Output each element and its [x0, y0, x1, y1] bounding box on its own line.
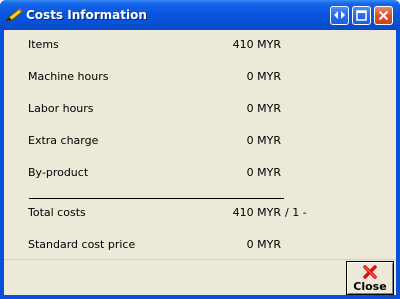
restore-arrows-icon — [334, 11, 345, 19]
pencil-icon — [4, 8, 23, 22]
row-value: 0 MYR — [246, 166, 281, 179]
total-costs-value: 410 MYR — [232, 206, 281, 219]
cost-row-labor-hours: Labor hours 0 MYR — [28, 102, 328, 118]
row-value: 0 MYR — [246, 102, 281, 115]
maximize-button[interactable] — [352, 6, 371, 25]
standard-cost-label: Standard cost price — [28, 238, 136, 251]
close-window-button[interactable] — [374, 6, 393, 25]
total-costs-row: Total costs 410 MYR / 1 - — [28, 206, 328, 222]
close-button-label: Close — [353, 280, 387, 293]
client-area: Items 410 MYR Machine hours 0 MYR Labor … — [4, 30, 396, 295]
cost-row-extra-charge: Extra charge 0 MYR — [28, 134, 328, 150]
title-bar[interactable]: Costs Information — [0, 0, 400, 30]
window-title: Costs Information — [26, 8, 147, 22]
row-label: By-product — [28, 166, 89, 179]
total-divider — [29, 198, 284, 199]
window-frame-bottom — [0, 295, 400, 299]
row-value: 0 MYR — [246, 70, 281, 83]
total-costs-unit: / 1 - — [285, 206, 307, 219]
cost-row-by-product: By-product 0 MYR — [28, 166, 328, 182]
total-costs-label: Total costs — [28, 206, 86, 219]
cost-row-items: Items 410 MYR — [28, 38, 328, 54]
restore-button[interactable] — [330, 6, 349, 25]
row-value: 410 MYR — [232, 38, 281, 51]
row-label: Labor hours — [28, 102, 94, 115]
costs-window: Costs Information Items 410 MYR Machine … — [0, 0, 400, 299]
row-value: 0 MYR — [246, 134, 281, 147]
cost-row-machine-hours: Machine hours 0 MYR — [28, 70, 328, 86]
standard-cost-value: 0 MYR — [246, 238, 281, 251]
standard-cost-row: Standard cost price 0 MYR — [28, 238, 328, 254]
row-label: Items — [28, 38, 59, 51]
row-label: Extra charge — [28, 134, 99, 147]
row-label: Machine hours — [28, 70, 109, 83]
button-bar: Close — [4, 259, 396, 296]
close-button[interactable]: Close — [346, 261, 394, 295]
close-icon — [378, 10, 389, 21]
maximize-icon — [356, 10, 367, 21]
